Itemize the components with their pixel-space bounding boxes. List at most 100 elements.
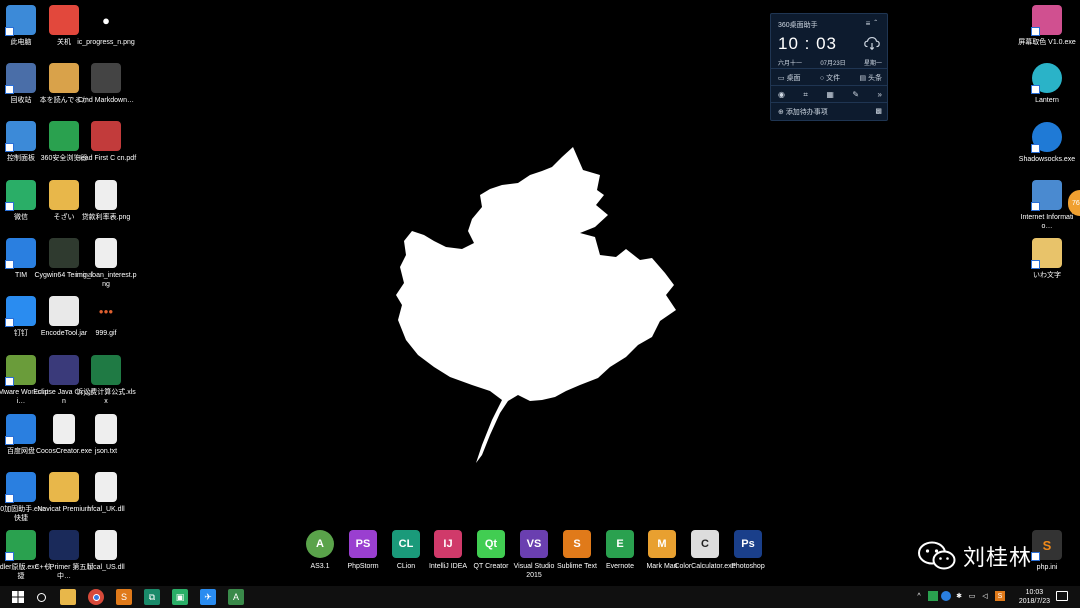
qt-icon: Qt: [477, 530, 505, 558]
tab-files[interactable]: ○ 文件: [820, 73, 840, 83]
desktop-icon-lawsuit-xlsx[interactable]: 诉讼费计算公式.xlsx: [75, 355, 137, 406]
desktop-icon-gif-999[interactable]: ●●● 999.gif: [75, 296, 137, 338]
widget-todo-row[interactable]: ⊕ 添加待办事项 ▩: [778, 107, 882, 117]
image-file-icon: [95, 180, 117, 210]
action-center-icon[interactable]: [1056, 591, 1068, 601]
dock-item-label: Sublime Text: [557, 563, 597, 570]
clock-time: 10:03: [1025, 589, 1044, 596]
widget-divider: [771, 68, 887, 69]
clock-date: 2018/7/23: [1018, 598, 1050, 605]
edit-icon[interactable]: ✎: [852, 90, 859, 100]
desktop-icon-ic-progress[interactable]: ● ic_progress_n.png: [75, 5, 137, 47]
widget-controls[interactable]: ≡ˆ: [866, 19, 881, 28]
search-button[interactable]: [33, 589, 49, 605]
desktop-icon-cmd-markdown[interactable]: Cmd Markdown…: [75, 63, 137, 105]
taskbar-sublime[interactable]: S: [116, 589, 132, 605]
desktop-icon-head-first-c[interactable]: Head First C cn.pdf: [75, 121, 137, 163]
tray-360-icon[interactable]: [941, 591, 951, 601]
dock-item-label: QT Creator: [473, 563, 509, 570]
evernote-icon: E: [606, 530, 634, 558]
tray-app-icon[interactable]: [928, 591, 938, 601]
desktop-icon-img-loan[interactable]: img_loan_interest.png: [75, 238, 137, 289]
photoshop-icon: Ps: [734, 530, 762, 558]
dock-item-label: IntelliJ IDEA: [428, 563, 468, 570]
dll-file-icon: [95, 472, 117, 502]
widget-divider: [771, 102, 887, 103]
tray-show-hidden-icon[interactable]: ^: [914, 591, 924, 601]
collapse-icon: ˆ: [874, 19, 881, 28]
excel-icon: [91, 355, 121, 385]
tab-headlines[interactable]: ▤ 头条: [859, 73, 882, 83]
desktop-icon-label: img_loan_interest.png: [75, 272, 137, 288]
sublime-icon: S: [120, 592, 127, 602]
desktop-icon-label: Shadowsocks.exe: [1018, 156, 1076, 163]
desktop-icon-screen-color[interactable]: 屏幕取色 V1.0.exe: [1016, 5, 1078, 47]
tray-sublime-icon[interactable]: S: [995, 591, 1005, 601]
desktop-icon-label: TIM: [14, 272, 28, 279]
android-studio-icon: A: [232, 592, 239, 602]
taskbar-android-studio[interactable]: A: [228, 589, 244, 605]
watermark-text: 刘桂林: [963, 545, 1033, 570]
dock-item-label: AS3.1: [310, 563, 330, 570]
lantern-icon: [1031, 63, 1062, 94]
solar-date: 07月23日: [820, 61, 846, 67]
shield-icon: [5, 472, 36, 503]
pdf-icon: [91, 121, 121, 151]
desktop-icon-label: 百度网盘: [7, 448, 35, 455]
tab-desktop[interactable]: ▭ 桌面: [778, 73, 801, 83]
desktop-icon-label: 控制面板: [7, 155, 35, 162]
taskbar-dingtalk[interactable]: ✈: [200, 589, 216, 605]
windows-logo-icon: [12, 591, 24, 603]
dock-item-label: Mark Man: [646, 563, 678, 570]
desktop-icon-loan-table[interactable]: 贷款利率表.png: [75, 180, 137, 222]
desktop-assistant-widget[interactable]: 360桌面助手 ≡ˆ 10 : 03 六月十一 07月23日 星期一 ▭ 桌面 …: [770, 13, 888, 121]
dock-item-label: Evernote: [605, 563, 635, 570]
qr-code-icon[interactable]: ▩: [875, 107, 882, 117]
dock-item-label: PhpStorm: [347, 563, 379, 570]
desktop-icon-iwa-text[interactable]: いわ文字: [1016, 238, 1078, 280]
taskbar-clock[interactable]: 10:03 2018/7/23: [1019, 588, 1050, 606]
desktop-icon-shadowsocks[interactable]: Shadowsocks.exe: [1016, 122, 1078, 164]
baidu-pan-icon: [5, 414, 36, 445]
desktop-icon-hfcal-us[interactable]: hfcal_US.dll: [75, 530, 137, 572]
tray-network-icon[interactable]: ▭: [967, 591, 977, 601]
widget-title: 360桌面助手: [778, 22, 818, 29]
taskbar-chrome[interactable]: [88, 589, 104, 605]
add-todo-button[interactable]: ⊕ 添加待办事项: [778, 107, 828, 117]
widget-tool-row[interactable]: ◉ ⌗ ▦ ✎ »: [778, 90, 882, 100]
desktop-icon-label: ic_progress_n.png: [77, 39, 135, 46]
recycle-bin-icon: [5, 63, 36, 94]
more-icon[interactable]: »: [878, 90, 882, 100]
taskbar-file-explorer[interactable]: [60, 589, 76, 605]
eye-icon[interactable]: ◉: [778, 90, 785, 100]
taskbar-qt[interactable]: ⧉: [144, 589, 160, 605]
desktop-icon-label: 此电脑: [10, 39, 32, 46]
desktop-icon-label: そざい: [53, 214, 75, 221]
tray-bluetooth-icon[interactable]: ✱: [954, 591, 964, 601]
wechat-icon: [5, 180, 36, 211]
markman-icon: M: [648, 530, 676, 558]
desktop-icon-label: 回收站: [10, 97, 32, 104]
sublime-icon: S: [563, 530, 591, 558]
watermark: 刘桂林: [917, 540, 1032, 572]
taskbar-wechat-app[interactable]: ▣: [172, 589, 188, 605]
start-button[interactable]: [10, 589, 26, 605]
cloud-weather-icon[interactable]: [863, 34, 881, 52]
android-studio-icon: A: [306, 530, 334, 558]
widget-tabs[interactable]: ▭ 桌面 ○ 文件 ▤ 头条: [778, 73, 882, 83]
desktop-icon-label: 屏幕取色 V1.0.exe: [1018, 39, 1076, 46]
desktop-icon-lantern[interactable]: Lantern: [1016, 63, 1078, 105]
markdown-icon: [91, 63, 121, 93]
desktop-icon-hfcal-uk[interactable]: hfcal_UK.dll: [75, 472, 137, 514]
dock-item-photoshop[interactable]: Ps Photoshop: [720, 530, 776, 571]
chrome-icon: [92, 593, 100, 601]
calculator-icon[interactable]: ▦: [826, 90, 834, 100]
desktop-icon-json-txt[interactable]: json.txt: [75, 414, 137, 456]
desktop-icon-label: Head First C cn.pdf: [75, 155, 137, 162]
crop-icon[interactable]: ⌗: [803, 90, 808, 100]
desktop-icon-label: hfcal_UK.dll: [87, 506, 125, 513]
dot-icon: ●: [102, 12, 110, 28]
tray-volume-icon[interactable]: ◁: [980, 591, 990, 601]
tim-icon: [5, 238, 36, 269]
desktop-icon-label: 钉钉: [14, 330, 28, 337]
